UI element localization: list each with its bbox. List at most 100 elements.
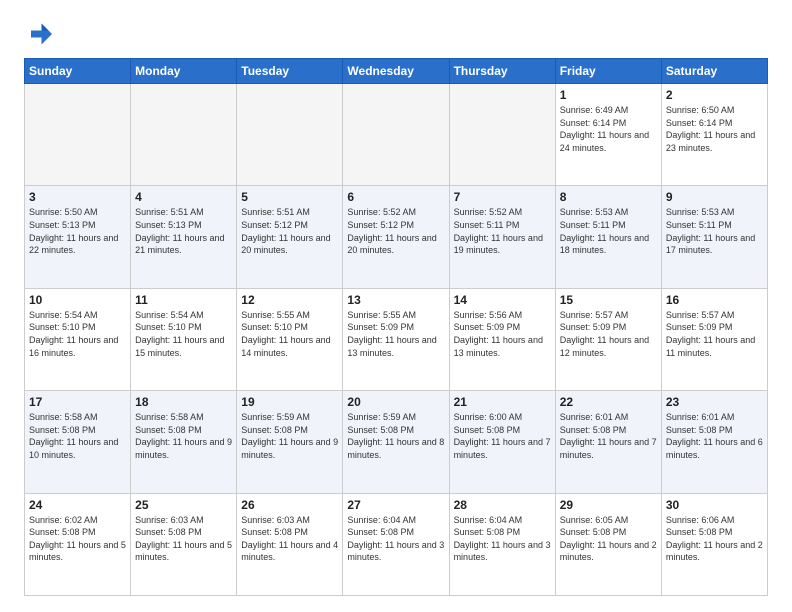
day-number: 1	[560, 88, 657, 102]
weekday-header-friday: Friday	[555, 59, 661, 84]
day-number: 28	[454, 498, 551, 512]
calendar-cell: 7Sunrise: 5:52 AMSunset: 5:11 PMDaylight…	[449, 186, 555, 288]
day-number: 29	[560, 498, 657, 512]
weekday-header-thursday: Thursday	[449, 59, 555, 84]
calendar-cell: 8 Sunrise: 5:53 AMSunset: 5:11 PMDaylight…	[555, 186, 661, 288]
calendar-week-row: 17 Sunrise: 5:58 AMSunset: 5:08 PMDayligh…	[25, 391, 768, 493]
day-number: 26	[241, 498, 338, 512]
day-number: 17	[29, 395, 126, 409]
day-info: Sunrise: 6:02 AMSunset: 5:08 PMDaylight:…	[29, 514, 126, 564]
day-number: 14	[454, 293, 551, 307]
day-info: Sunrise: 5:59 AMSunset: 5:08 PMDaylight:…	[241, 411, 338, 461]
day-info: Sunrise: 6:04 AMSunset: 5:08 PMDaylight:…	[454, 514, 551, 564]
day-info: Sunrise: 6:01 AMSunset: 5:08 PMDaylight:…	[560, 411, 657, 461]
calendar-cell: 21Sunrise: 6:00 AMSunset: 5:08 PMDayligh…	[449, 391, 555, 493]
calendar-cell: 3 Sunrise: 5:50 AMSunset: 5:13 PMDaylight…	[25, 186, 131, 288]
calendar-cell: 14 Sunrise: 5:56 AMSunset: 5:09 PMDayligh…	[449, 288, 555, 390]
day-number: 2	[666, 88, 763, 102]
calendar-cell: 13 Sunrise: 5:55 AMSunset: 5:09 PMDayligh…	[343, 288, 449, 390]
logo	[24, 20, 56, 48]
day-number: 8	[560, 190, 657, 204]
day-number: 30	[666, 498, 763, 512]
day-number: 15	[560, 293, 657, 307]
day-info: Sunrise: 5:51 AMSunset: 5:12 PMDaylight:…	[241, 206, 338, 256]
calendar-cell: 9 Sunrise: 5:53 AMSunset: 5:11 PMDaylight…	[661, 186, 767, 288]
day-number: 3	[29, 190, 126, 204]
day-info: Sunrise: 5:59 AMSunset: 5:08 PMDaylight:…	[347, 411, 444, 461]
header	[24, 20, 768, 48]
calendar-table: SundayMondayTuesdayWednesdayThursdayFrid…	[24, 58, 768, 596]
calendar-cell: 24 Sunrise: 6:02 AMSunset: 5:08 PMDayligh…	[25, 493, 131, 595]
day-info: Sunrise: 5:50 AMSunset: 5:13 PMDaylight:…	[29, 206, 126, 256]
day-number: 7	[454, 190, 551, 204]
calendar-cell: 6 Sunrise: 5:52 AMSunset: 5:12 PMDaylight…	[343, 186, 449, 288]
day-info: Sunrise: 6:03 AMSunset: 5:08 PMDaylight:…	[241, 514, 338, 564]
day-number: 16	[666, 293, 763, 307]
day-info: Sunrise: 5:53 AMSunset: 5:11 PMDaylight:…	[666, 206, 763, 256]
day-info: Sunrise: 5:54 AMSunset: 5:10 PMDaylight:…	[135, 309, 232, 359]
calendar-cell	[237, 84, 343, 186]
day-info: Sunrise: 6:03 AMSunset: 5:08 PMDaylight:…	[135, 514, 232, 564]
day-number: 25	[135, 498, 232, 512]
day-number: 19	[241, 395, 338, 409]
day-number: 18	[135, 395, 232, 409]
calendar-cell: 29Sunrise: 6:05 AMSunset: 5:08 PMDayligh…	[555, 493, 661, 595]
weekday-header-sunday: Sunday	[25, 59, 131, 84]
day-info: Sunrise: 5:58 AMSunset: 5:08 PMDaylight:…	[135, 411, 232, 461]
day-info: Sunrise: 5:57 AMSunset: 5:09 PMDaylight:…	[666, 309, 763, 359]
calendar-cell: 19 Sunrise: 5:59 AMSunset: 5:08 PMDayligh…	[237, 391, 343, 493]
calendar-cell: 26 Sunrise: 6:03 AMSunset: 5:08 PMDayligh…	[237, 493, 343, 595]
day-number: 10	[29, 293, 126, 307]
logo-icon	[24, 20, 52, 48]
calendar-cell: 12Sunrise: 5:55 AMSunset: 5:10 PMDayligh…	[237, 288, 343, 390]
day-info: Sunrise: 6:50 AMSunset: 6:14 PMDaylight:…	[666, 104, 763, 154]
day-number: 6	[347, 190, 444, 204]
day-info: Sunrise: 5:57 AMSunset: 5:09 PMDaylight:…	[560, 309, 657, 359]
calendar-cell	[131, 84, 237, 186]
day-number: 27	[347, 498, 444, 512]
weekday-header-wednesday: Wednesday	[343, 59, 449, 84]
day-info: Sunrise: 6:04 AMSunset: 5:08 PMDaylight:…	[347, 514, 444, 564]
day-number: 9	[666, 190, 763, 204]
calendar-cell: 17 Sunrise: 5:58 AMSunset: 5:08 PMDayligh…	[25, 391, 131, 493]
day-number: 12	[241, 293, 338, 307]
day-info: Sunrise: 5:56 AMSunset: 5:09 PMDaylight:…	[454, 309, 551, 359]
calendar-cell	[449, 84, 555, 186]
day-number: 4	[135, 190, 232, 204]
calendar-cell: 11Sunrise: 5:54 AMSunset: 5:10 PMDayligh…	[131, 288, 237, 390]
day-number: 13	[347, 293, 444, 307]
day-number: 20	[347, 395, 444, 409]
day-number: 24	[29, 498, 126, 512]
weekday-header-monday: Monday	[131, 59, 237, 84]
calendar-cell	[25, 84, 131, 186]
calendar-cell: 18 Sunrise: 5:58 AMSunset: 5:08 PMDayligh…	[131, 391, 237, 493]
day-info: Sunrise: 6:49 AMSunset: 6:14 PMDaylight:…	[560, 104, 657, 154]
day-info: Sunrise: 5:55 AMSunset: 5:09 PMDaylight:…	[347, 309, 444, 359]
day-number: 21	[454, 395, 551, 409]
calendar-cell	[343, 84, 449, 186]
calendar-cell: 28 Sunrise: 6:04 AMSunset: 5:08 PMDayligh…	[449, 493, 555, 595]
calendar-cell: 5 Sunrise: 5:51 AMSunset: 5:12 PMDaylight…	[237, 186, 343, 288]
calendar-week-row: 3 Sunrise: 5:50 AMSunset: 5:13 PMDaylight…	[25, 186, 768, 288]
day-info: Sunrise: 5:54 AMSunset: 5:10 PMDaylight:…	[29, 309, 126, 359]
day-number: 23	[666, 395, 763, 409]
weekday-header-saturday: Saturday	[661, 59, 767, 84]
day-info: Sunrise: 5:53 AMSunset: 5:11 PMDaylight:…	[560, 206, 657, 256]
calendar-cell: 20 Sunrise: 5:59 AMSunset: 5:08 PMDayligh…	[343, 391, 449, 493]
calendar-cell: 2 Sunrise: 6:50 AMSunset: 6:14 PMDaylight…	[661, 84, 767, 186]
day-info: Sunrise: 5:51 AMSunset: 5:13 PMDaylight:…	[135, 206, 232, 256]
calendar-cell: 27 Sunrise: 6:04 AMSunset: 5:08 PMDayligh…	[343, 493, 449, 595]
day-number: 22	[560, 395, 657, 409]
calendar-cell: 30 Sunrise: 6:06 AMSunset: 5:08 PMDayligh…	[661, 493, 767, 595]
calendar-cell: 10 Sunrise: 5:54 AMSunset: 5:10 PMDayligh…	[25, 288, 131, 390]
calendar-cell: 23 Sunrise: 6:01 AMSunset: 5:08 PMDayligh…	[661, 391, 767, 493]
page: SundayMondayTuesdayWednesdayThursdayFrid…	[0, 0, 792, 612]
day-info: Sunrise: 6:01 AMSunset: 5:08 PMDaylight:…	[666, 411, 763, 461]
day-info: Sunrise: 6:06 AMSunset: 5:08 PMDaylight:…	[666, 514, 763, 564]
calendar-cell: 22 Sunrise: 6:01 AMSunset: 5:08 PMDayligh…	[555, 391, 661, 493]
weekday-header-tuesday: Tuesday	[237, 59, 343, 84]
calendar-cell: 1 Sunrise: 6:49 AMSunset: 6:14 PMDaylight…	[555, 84, 661, 186]
day-info: Sunrise: 5:58 AMSunset: 5:08 PMDaylight:…	[29, 411, 126, 461]
day-number: 5	[241, 190, 338, 204]
day-info: Sunrise: 5:52 AMSunset: 5:12 PMDaylight:…	[347, 206, 444, 256]
